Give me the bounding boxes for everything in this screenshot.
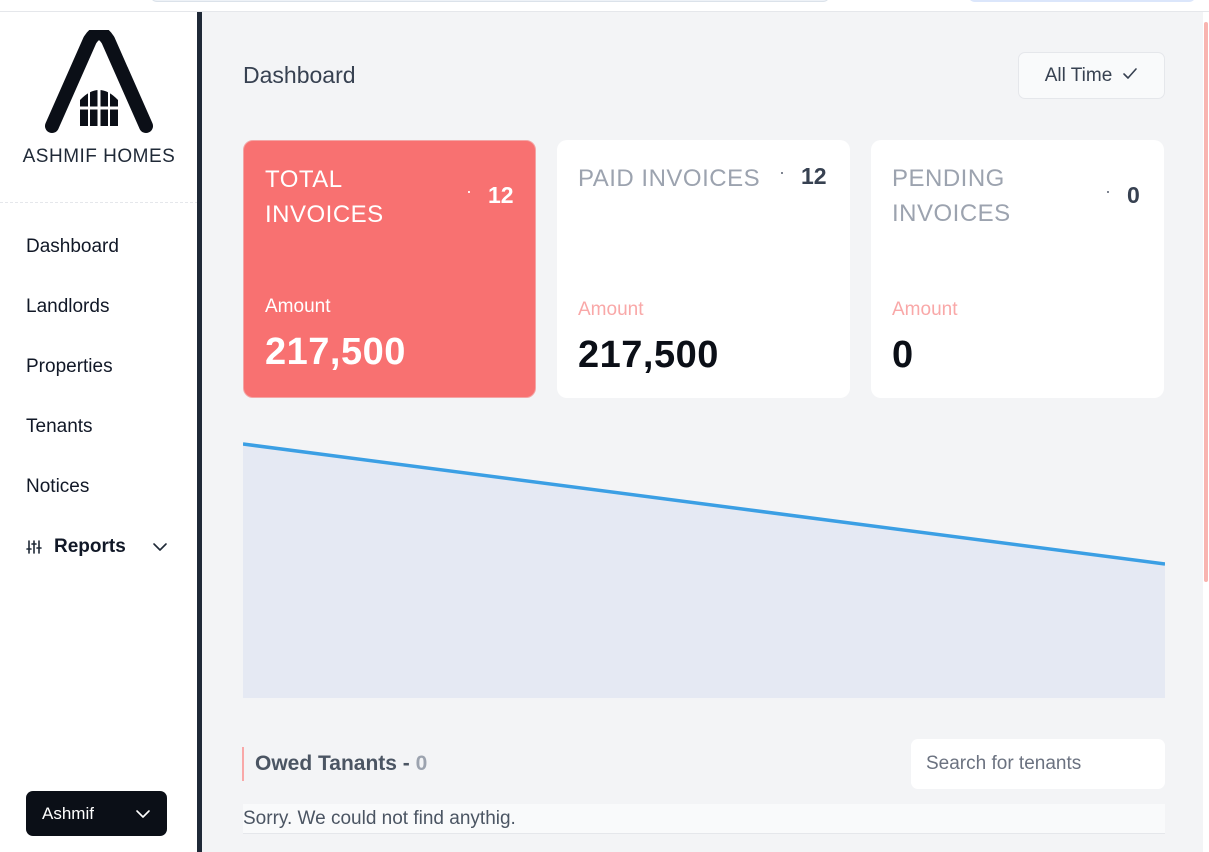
- sliders-icon: [26, 539, 42, 555]
- invoice-area-chart: [243, 442, 1165, 698]
- card-amount-label: Amount: [265, 296, 331, 317]
- card-count: 12: [801, 163, 827, 189]
- check-icon: [1122, 65, 1138, 87]
- top-action-pill[interactable]: [968, 0, 1196, 2]
- sidebar-item-tenants[interactable]: Tenants: [26, 416, 93, 438]
- user-menu-button[interactable]: Ashmif: [26, 791, 167, 836]
- card-amount-value: 217,500: [578, 334, 719, 376]
- sidebar-item-reports[interactable]: Reports: [26, 536, 168, 558]
- sidebar-item-notices[interactable]: Notices: [26, 476, 89, 498]
- main-content: Dashboard All Time TOTAL INVOICES · 12 A…: [202, 12, 1203, 852]
- brand-name: ASHMIF HOMES: [22, 146, 176, 167]
- separator-dot: ·: [466, 181, 472, 201]
- empty-state-message: Sorry. We could not find anythig.: [243, 804, 1165, 834]
- card-amount-value: 217,500: [265, 331, 406, 373]
- card-amount-value: 0: [892, 334, 914, 376]
- owed-tenants-count: 0: [415, 752, 428, 775]
- logo-divider: [0, 202, 198, 203]
- page-title: Dashboard: [243, 62, 356, 88]
- sidebar-item-dashboard[interactable]: Dashboard: [26, 236, 119, 258]
- sidebar: ASHMIF HOMES Dashboard Landlords Propert…: [0, 12, 198, 852]
- card-title: PENDING INVOICES: [892, 165, 1011, 227]
- card-count: 0: [1127, 182, 1140, 208]
- address-bar[interactable]: [150, 0, 830, 2]
- paid-invoices-card[interactable]: PAID INVOICES · 12 Amount 217,500: [557, 140, 850, 398]
- chevron-down-icon: [135, 804, 151, 824]
- browser-top-strip: [0, 0, 1209, 12]
- card-title: TOTAL INVOICES: [265, 166, 384, 228]
- separator-dot: ·: [779, 162, 785, 182]
- chart-area-fill: [243, 444, 1165, 698]
- scrollbar[interactable]: [1203, 12, 1209, 852]
- time-filter-button[interactable]: All Time: [1018, 52, 1165, 99]
- owed-tenants-title: Owed Tanants - 0: [255, 752, 427, 776]
- sidebar-item-reports-label: Reports: [54, 536, 126, 557]
- section-accent-bar: [242, 747, 244, 781]
- sidebar-item-landlords[interactable]: Landlords: [26, 296, 109, 318]
- user-name: Ashmif: [42, 803, 94, 823]
- brand-logo: [0, 30, 198, 138]
- tenant-search-input[interactable]: [911, 739, 1165, 789]
- sidebar-item-properties[interactable]: Properties: [26, 356, 113, 378]
- card-count: 12: [488, 182, 514, 208]
- total-invoices-card[interactable]: TOTAL INVOICES · 12 Amount 217,500: [243, 140, 536, 398]
- time-filter-label: All Time: [1044, 64, 1113, 86]
- scrollbar-thumb[interactable]: [1204, 22, 1208, 582]
- chevron-down-icon[interactable]: [152, 536, 168, 558]
- separator-dot: ·: [1105, 181, 1111, 201]
- card-amount-label: Amount: [892, 299, 958, 320]
- owed-tenants-label: Owed Tanants -: [255, 752, 416, 775]
- card-amount-label: Amount: [578, 299, 644, 320]
- pending-invoices-card[interactable]: PENDING INVOICES · 0 Amount 0: [871, 140, 1164, 398]
